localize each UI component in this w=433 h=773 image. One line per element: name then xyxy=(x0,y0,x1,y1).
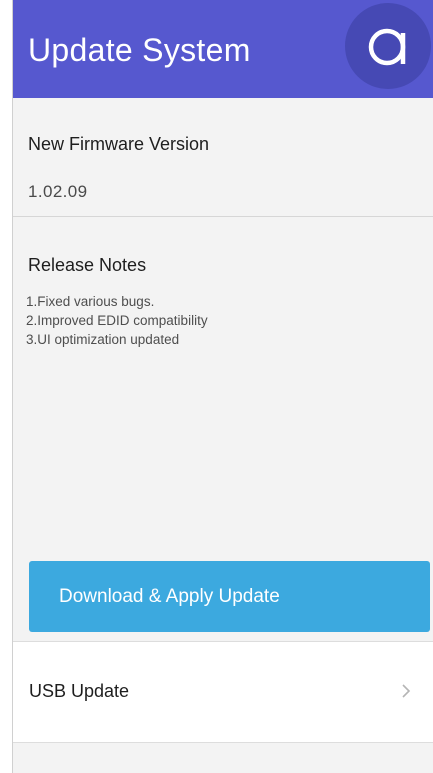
update-system-screen: Update System New Firmware Version 1.02.… xyxy=(0,0,433,773)
release-notes-label: Release Notes xyxy=(28,255,147,275)
usb-update-row[interactable]: USB Update xyxy=(12,642,433,743)
header-bar: Update System xyxy=(12,0,433,98)
release-notes-section: Release Notes 1.Fixed various bugs. 2.Im… xyxy=(12,217,433,537)
page-title: Update System xyxy=(28,32,251,68)
download-apply-update-button[interactable]: Download & Apply Update xyxy=(29,561,430,632)
release-note-item: 2.Improved EDID compatibility xyxy=(26,313,208,328)
release-note-item: 3.UI optimization updated xyxy=(26,332,180,347)
release-notes-list: 1.Fixed various bugs. 2.Improved EDID co… xyxy=(26,292,208,349)
brand-logo-icon[interactable] xyxy=(345,3,431,89)
left-edge-divider xyxy=(0,0,13,773)
release-note-item: 1.Fixed various bugs. xyxy=(26,294,155,309)
chevron-right-icon xyxy=(402,684,411,698)
firmware-version-label: New Firmware Version xyxy=(28,134,210,154)
firmware-version-value: 1.02.09 xyxy=(28,182,88,201)
firmware-version-section: New Firmware Version 1.02.09 xyxy=(12,98,433,217)
usb-update-label: USB Update xyxy=(29,681,130,701)
